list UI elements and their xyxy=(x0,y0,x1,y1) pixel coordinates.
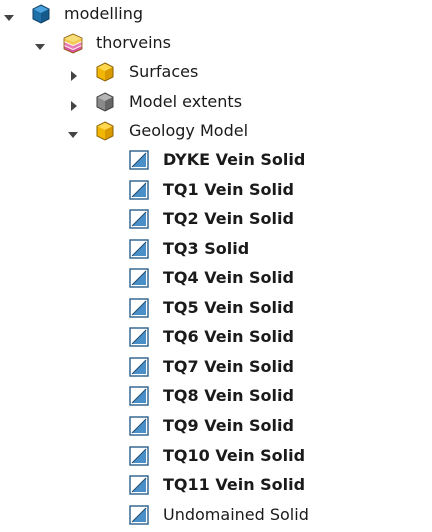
tree-node-solid[interactable]: TQ1 Vein Solid xyxy=(0,178,432,202)
solid-triangle-icon xyxy=(128,297,150,319)
expanded-arrow-icon[interactable] xyxy=(67,126,79,138)
solid-triangle-icon xyxy=(128,267,150,289)
collapsed-arrow-icon[interactable] xyxy=(68,67,80,81)
tree-node-label: TQ8 Vein Solid xyxy=(163,386,294,405)
tree-node-modelling[interactable]: modelling xyxy=(0,2,432,26)
tree-node-label: TQ6 Vein Solid xyxy=(163,327,294,346)
tree-node-label: TQ10 Vein Solid xyxy=(163,446,306,465)
tree-node-label: Model extents xyxy=(129,92,243,111)
solid-triangle-icon xyxy=(128,445,150,467)
tree-node-thorveins[interactable]: thorveins xyxy=(0,31,432,55)
project-tree: modelling thorveins Surfaces Model exten… xyxy=(0,0,432,532)
solid-triangle-icon xyxy=(128,326,150,348)
tree-node-label: Undomained Solid xyxy=(163,505,309,524)
solid-triangle-icon xyxy=(128,474,150,496)
solid-triangle-icon xyxy=(128,179,150,201)
tree-node-label: TQ1 Vein Solid xyxy=(163,180,294,199)
tree-node-solid[interactable]: TQ5 Vein Solid xyxy=(0,296,432,320)
tree-node-label: TQ9 Vein Solid xyxy=(163,416,294,435)
tree-node-label: DYKE Vein Solid xyxy=(163,150,306,169)
tree-node-solid[interactable]: TQ10 Vein Solid xyxy=(0,444,432,468)
tree-node-solid[interactable]: TQ11 Vein Solid xyxy=(0,473,432,497)
tree-node-solid[interactable]: Undomained Solid xyxy=(0,503,432,527)
tree-node-solid[interactable]: TQ2 Vein Solid xyxy=(0,207,432,231)
tree-node-label: TQ3 Solid xyxy=(163,239,250,258)
tree-node-label: TQ11 Vein Solid xyxy=(163,475,306,494)
layers-stack-icon xyxy=(62,32,84,54)
solid-triangle-icon xyxy=(128,356,150,378)
tree-node-solid[interactable]: TQ3 Solid xyxy=(0,237,432,261)
tree-node-solid[interactable]: DYKE Vein Solid xyxy=(0,148,432,172)
solid-triangle-icon xyxy=(128,149,150,171)
tree-node-solid[interactable]: TQ9 Vein Solid xyxy=(0,414,432,438)
tree-node-label: thorveins xyxy=(96,33,172,52)
tree-node-solid[interactable]: TQ8 Vein Solid xyxy=(0,384,432,408)
solid-triangle-icon xyxy=(128,208,150,230)
tree-node-label: modelling xyxy=(64,4,144,23)
tree-node-label: Surfaces xyxy=(129,62,199,81)
tree-node-label: TQ5 Vein Solid xyxy=(163,298,294,317)
tree-node-solid[interactable]: TQ4 Vein Solid xyxy=(0,266,432,290)
expanded-arrow-icon[interactable] xyxy=(34,38,46,50)
collapsed-arrow-icon[interactable] xyxy=(68,97,80,111)
tree-node-label: Geology Model xyxy=(129,121,249,140)
tree-node-geology-model[interactable]: Geology Model xyxy=(0,119,432,143)
cube-blue-icon xyxy=(30,3,52,25)
solid-triangle-icon xyxy=(128,415,150,437)
tree-node-surfaces[interactable]: Surfaces xyxy=(0,60,432,84)
solid-triangle-icon xyxy=(128,385,150,407)
tree-node-label: TQ7 Vein Solid xyxy=(163,357,294,376)
folder-cube-yellow-icon xyxy=(94,120,116,142)
solid-triangle-icon xyxy=(128,238,150,260)
solid-triangle-icon xyxy=(128,504,150,526)
tree-node-solid[interactable]: TQ6 Vein Solid xyxy=(0,325,432,349)
tree-node-solid[interactable]: TQ7 Vein Solid xyxy=(0,355,432,379)
tree-node-model-extents[interactable]: Model extents xyxy=(0,90,432,114)
tree-node-label: TQ2 Vein Solid xyxy=(163,209,294,228)
expanded-arrow-icon[interactable] xyxy=(3,9,15,21)
cube-gray-icon xyxy=(94,91,116,113)
tree-node-label: TQ4 Vein Solid xyxy=(163,268,294,287)
folder-cube-yellow-icon xyxy=(94,61,116,83)
